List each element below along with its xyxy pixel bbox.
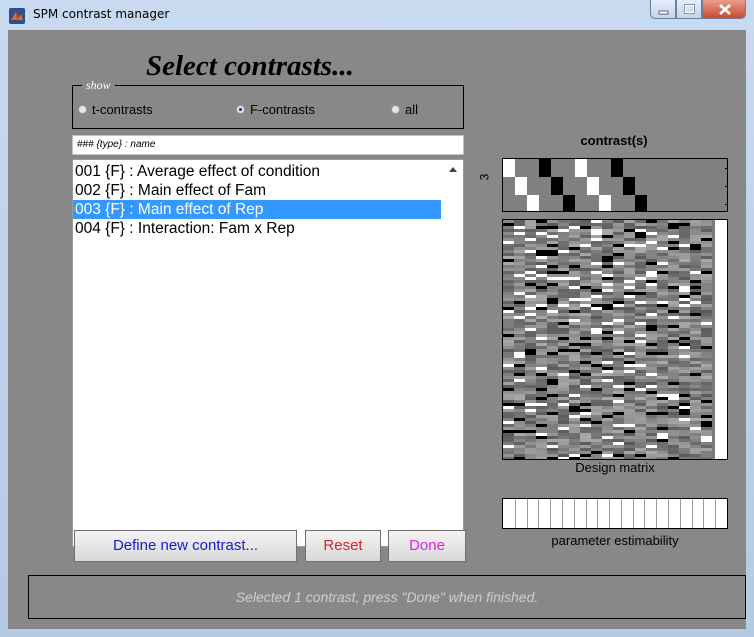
close-button[interactable] [702, 0, 746, 19]
estimability-divider [538, 499, 539, 528]
radio-indicator [236, 105, 245, 114]
estimability-divider [668, 499, 669, 528]
estimability-divider [527, 499, 528, 528]
radio-label: F-contrasts [250, 102, 316, 117]
contrast-cell [611, 159, 623, 177]
contrast-cell [563, 195, 575, 211]
contrast-listbox[interactable]: 001 {F} : Average effect of condition 00… [72, 159, 464, 547]
estimability-divider [597, 499, 598, 528]
parameter-estimability-bar [502, 498, 728, 529]
estimability-divider [692, 499, 693, 528]
contrast-cell [527, 195, 539, 211]
list-header: ### {type} : name [72, 135, 464, 155]
contrast-cell [587, 177, 599, 195]
minimize-icon [658, 10, 669, 15]
estimability-divider [586, 499, 587, 528]
list-item[interactable]: 004 {F} : Interaction: Fam x Rep [73, 219, 441, 238]
contrast-tick [725, 186, 727, 187]
done-button[interactable]: Done [388, 530, 466, 562]
contrast-dimension-label: 3 [477, 173, 492, 181]
radio-indicator [78, 105, 87, 114]
design-matrix-image [502, 219, 728, 460]
contrast-tick [725, 204, 727, 205]
matlab-icon [9, 8, 25, 24]
list-item[interactable]: 001 {F} : Average effect of condition [73, 162, 441, 181]
estimability-divider [562, 499, 563, 528]
list-item[interactable]: 003 {F} : Main effect of Rep [73, 200, 441, 219]
estimability-divider [574, 499, 575, 528]
spm-contrast-manager-window: SPM contrast manager Select contrasts...… [0, 0, 754, 637]
estimability-divider [703, 499, 704, 528]
scroll-up-icon[interactable] [449, 167, 457, 172]
window-title: SPM contrast manager [33, 7, 170, 21]
maximize-icon [684, 4, 695, 14]
contrast-cell [503, 159, 515, 177]
estimability-divider [515, 499, 516, 528]
contrast-cell [551, 177, 563, 195]
estimability-divider [633, 499, 634, 528]
title-bar: SPM contrast manager [0, 0, 754, 30]
design-matrix-texture [503, 220, 727, 459]
design-matrix-caption: Design matrix [575, 460, 655, 475]
maximize-button[interactable] [676, 0, 702, 19]
estimability-divider [550, 499, 551, 528]
contrast-cell [599, 195, 611, 211]
show-group-label: show [82, 78, 115, 93]
radio-all[interactable]: all [391, 102, 418, 117]
parameter-estimability-caption: parameter estimability [551, 533, 679, 548]
contrast-cell [515, 177, 527, 195]
contrast-tick [725, 168, 727, 169]
estimability-divider [656, 499, 657, 528]
list-item[interactable]: 002 {F} : Main effect of Fam [73, 181, 441, 200]
contrast-cell [623, 177, 635, 195]
contrast-cell [575, 159, 587, 177]
estimability-divider [644, 499, 645, 528]
estimability-divider [609, 499, 610, 528]
estimability-divider [621, 499, 622, 528]
window-controls [650, 0, 746, 20]
radio-f-contrasts[interactable]: F-contrasts [236, 102, 315, 117]
page-title: Select contrasts... [146, 50, 354, 82]
list-scrollbar[interactable] [443, 160, 463, 546]
radio-indicator [391, 105, 400, 114]
close-icon [719, 4, 731, 15]
status-panel: Selected 1 contrast, press "Done" when f… [28, 575, 746, 619]
contrast-cell [539, 159, 551, 177]
minimize-button[interactable] [650, 0, 676, 19]
radio-label: all [405, 102, 419, 117]
reset-button[interactable]: Reset [305, 530, 381, 562]
radio-label: t-contrasts [92, 102, 153, 117]
figure-panel: Select contrasts... show t-contrasts F-c… [8, 30, 746, 629]
contrast-cell [635, 195, 647, 211]
contrast-list: 001 {F} : Average effect of condition 00… [73, 162, 441, 238]
contrast-image [502, 158, 728, 212]
estimability-divider [715, 499, 716, 528]
radio-t-contrasts[interactable]: t-contrasts [78, 102, 153, 117]
estimability-divider [680, 499, 681, 528]
define-new-contrast-button[interactable]: Define new contrast... [74, 530, 297, 562]
contrast-title: contrast(s) [580, 133, 648, 148]
status-message: Selected 1 contrast, press "Done" when f… [235, 589, 539, 605]
